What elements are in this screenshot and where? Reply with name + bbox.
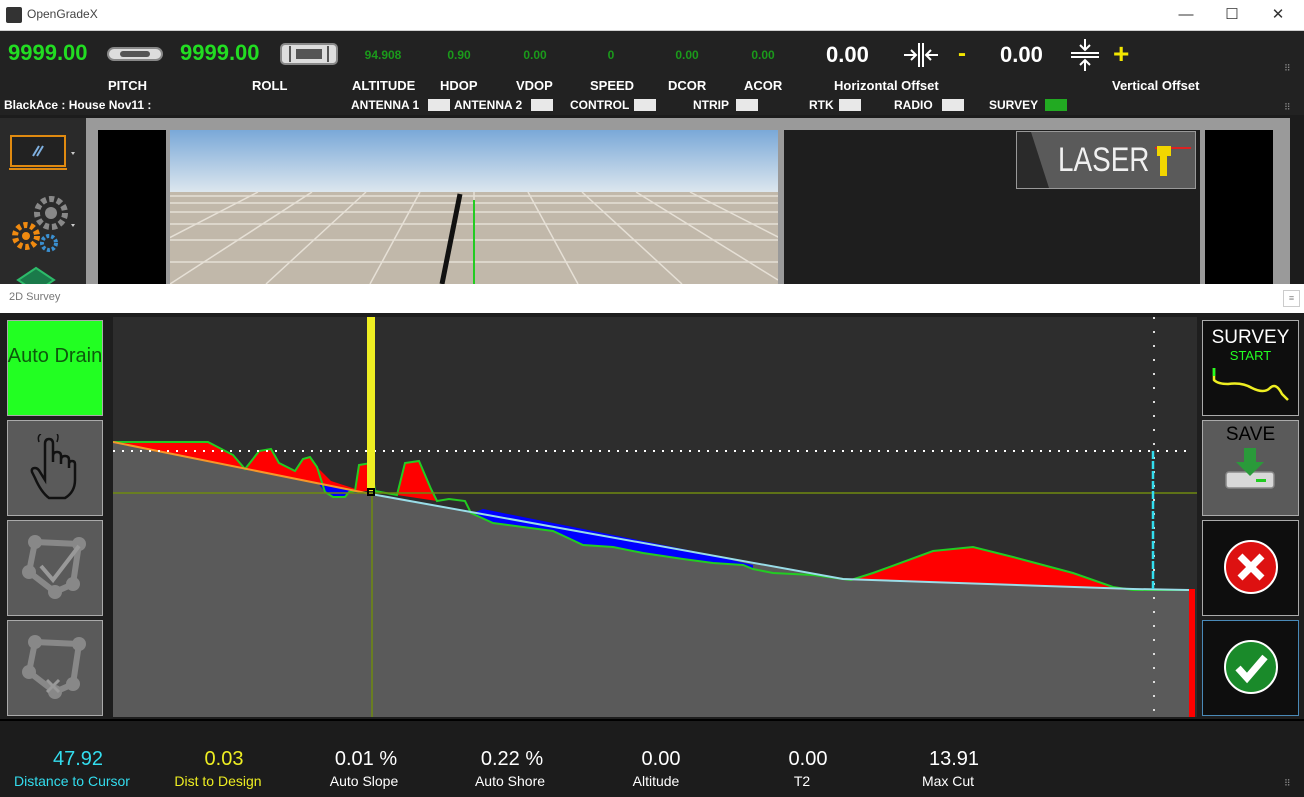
speed-value: 0 — [607, 48, 615, 62]
edge-cut-indicator — [1189, 589, 1195, 717]
vdop-value: 0.00 — [523, 48, 547, 62]
auto-drain-button[interactable] — [7, 320, 103, 416]
maximize-button[interactable]: ☐ — [1209, 0, 1255, 30]
dist-to-design-label: Dist to Design — [174, 773, 262, 789]
rtk-indicator — [839, 99, 861, 111]
survey-label: SURVEY — [989, 98, 1039, 112]
radio-label: RADIO — [894, 98, 933, 112]
pitch-label: PITCH — [108, 78, 147, 93]
control-label: CONTROL — [570, 98, 630, 112]
laptop-menu-icon[interactable] — [9, 134, 79, 174]
distance-to-cursor-value: 47.92 — [52, 748, 104, 770]
job-name: BlackAce : House Nov11 : — [4, 98, 152, 112]
dcor-value: 0.00 — [675, 48, 699, 62]
cancel-x-icon — [1224, 540, 1278, 594]
boundary-remove-icon — [22, 635, 86, 699]
ntrip-label: NTRIP — [693, 98, 729, 112]
survey-button-sub: START — [1229, 348, 1272, 363]
survey-window-title: 2D Survey — [9, 291, 61, 303]
horizontal-offset-value: 0.00 — [826, 42, 869, 67]
window-title: OpenGradeX — [27, 7, 98, 21]
resize-grip-icon[interactable]: ⠿ — [1284, 102, 1294, 112]
3d-field-view[interactable] — [170, 130, 778, 284]
roll-icon — [280, 43, 338, 65]
boundary-check-icon — [22, 535, 86, 599]
acor-value: 0.00 — [751, 48, 775, 62]
vdop-label: VDOP — [516, 78, 553, 93]
survey-profile-chart[interactable] — [113, 317, 1197, 717]
rtk-label: RTK — [809, 98, 834, 112]
accept-check-icon — [1224, 640, 1278, 694]
survey-track-icon — [1212, 368, 1289, 401]
t2-label: T2 — [793, 773, 811, 789]
auto-shore-label: Auto Shore — [474, 773, 546, 789]
roll-value: 9999.00 — [180, 40, 260, 65]
hand-pointer-icon — [30, 434, 77, 500]
acor-label: ACOR — [744, 78, 783, 93]
vertical-offset-icon[interactable] — [1069, 38, 1101, 72]
laser-label: LASER — [1058, 141, 1150, 179]
survey-window-titlebar — [0, 284, 1304, 313]
horizontal-offset-label: Horizontal Offset — [834, 78, 939, 93]
speed-label: SPEED — [590, 78, 635, 93]
resize-grip-icon[interactable]: ⠿ — [1284, 63, 1294, 73]
minimize-button[interactable]: — — [1163, 0, 1209, 30]
ntrip-indicator — [736, 99, 758, 111]
roll-label: ROLL — [252, 78, 288, 93]
horizontal-offset-icon[interactable] — [902, 40, 940, 70]
auto-slope-value: 0.01 % — [334, 748, 398, 770]
map-layers-icon[interactable] — [16, 266, 56, 284]
title-bar — [0, 0, 1304, 31]
dist-to-design-value: 0.03 — [204, 748, 244, 770]
altitude-readout-value: 0.00 — [641, 748, 681, 770]
view-side-panel-right — [1205, 130, 1273, 284]
offset-increase-button[interactable]: + — [1113, 38, 1129, 70]
save-drive-icon — [1225, 448, 1275, 489]
altitude-label: ALTITUDE — [352, 78, 416, 93]
auto-shore-value: 0.22 % — [480, 748, 544, 770]
hdop-value: 0.90 — [447, 48, 471, 62]
auto-slope-label: Auto Slope — [329, 773, 399, 789]
app-icon — [6, 7, 22, 23]
resize-grip-icon[interactable]: ⠿ — [1284, 778, 1294, 788]
vertical-offset-value: 0.00 — [1000, 42, 1043, 67]
vertical-offset-label: Vertical Offset — [1112, 78, 1200, 93]
antenna2-indicator — [531, 99, 553, 111]
max-cut-value: 13.91 — [928, 748, 980, 770]
antenna1-label: ANTENNA 1 — [351, 98, 420, 112]
pitch-value: 9999.00 — [8, 40, 88, 65]
view-side-panel-left — [98, 130, 166, 284]
distance-to-cursor-label: Distance to Cursor — [14, 773, 130, 789]
save-button-label: SAVE — [1225, 424, 1276, 445]
survey-button-label: SURVEY — [1211, 327, 1290, 348]
dcor-label: DCOR — [668, 78, 707, 93]
settings-gears-icon[interactable] — [9, 192, 79, 254]
close-button[interactable]: ✕ — [1255, 0, 1301, 30]
survey-indicator — [1045, 99, 1067, 111]
control-indicator — [634, 99, 656, 111]
auto-drain-label: Auto Drain — [7, 345, 103, 367]
t2-value: 0.00 — [788, 748, 828, 770]
pitch-icon — [107, 47, 163, 61]
antenna2-label: ANTENNA 2 — [454, 98, 523, 112]
survey-window-menu-icon[interactable]: ≡ — [1283, 290, 1300, 307]
antenna1-indicator — [428, 99, 450, 111]
max-cut-label: Max Cut — [921, 773, 975, 789]
design-cursor-bar — [367, 317, 375, 491]
altitude-readout-label: Altitude — [632, 773, 680, 789]
radio-indicator — [942, 99, 964, 111]
altitude-value: 94.908 — [364, 48, 402, 62]
hdop-label: HDOP — [440, 78, 478, 93]
offset-decrease-button[interactable]: - — [958, 40, 966, 68]
